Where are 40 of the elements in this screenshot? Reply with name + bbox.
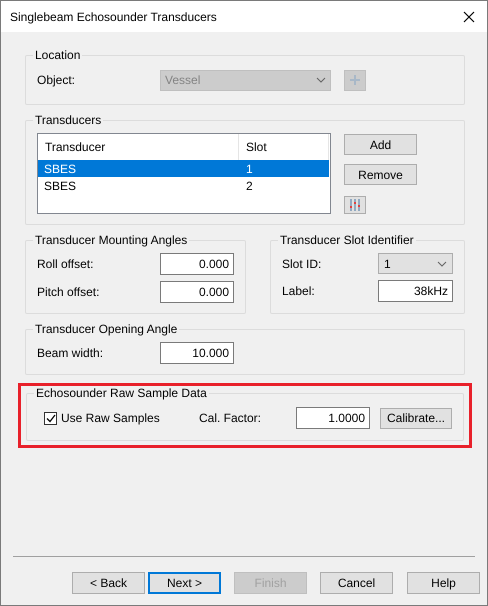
field-label: Label:: [282, 283, 316, 300]
settings-button[interactable]: [344, 196, 366, 214]
group-title: Transducer Slot Identifier: [279, 233, 415, 247]
field-label: Roll offset:: [37, 256, 94, 273]
sliders-icon: [349, 199, 361, 211]
group-title: Transducer Mounting Angles: [34, 233, 188, 247]
field-label: Pitch offset:: [37, 284, 100, 301]
group-title: Echosounder Raw Sample Data: [35, 386, 208, 400]
check-icon: [46, 414, 56, 422]
close-icon[interactable]: [463, 10, 475, 22]
group-title: Location: [34, 48, 82, 62]
text-field[interactable]: 38kHz: [378, 280, 453, 302]
table-cell-text: SBES: [43, 178, 78, 194]
text-field[interactable]: 10.000: [160, 342, 234, 364]
button[interactable]: Add: [344, 134, 417, 155]
list-row[interactable]: SBES 1: [38, 160, 329, 177]
field-label: Cal. Factor:: [199, 410, 262, 427]
transducer-list[interactable]: Transducer Slot SBES 1 SBES 2: [37, 133, 331, 214]
list-row[interactable]: SBES 2: [38, 177, 329, 194]
text-field[interactable]: 0.000: [160, 281, 234, 303]
field-label: Object:: [37, 72, 76, 89]
footer-button[interactable]: Cancel: [320, 572, 393, 594]
plus-icon: [350, 75, 360, 85]
group-title: Transducer Opening Angle: [34, 322, 178, 336]
field-label: Beam width:: [37, 345, 104, 362]
text-field[interactable]: 1.0000: [296, 407, 370, 429]
field-label: Slot ID:: [282, 256, 322, 272]
button[interactable]: Calibrate...: [380, 408, 452, 428]
footer-button[interactable]: Next >: [148, 572, 221, 594]
button[interactable]: Remove: [344, 164, 417, 185]
footer-button[interactable]: Help: [407, 572, 480, 594]
use-raw-checkbox[interactable]: Use Raw Samples: [44, 409, 199, 427]
group-title: Transducers: [34, 113, 102, 127]
table-cell-text: SBES: [43, 160, 78, 178]
slot-dropdown[interactable]: 1: [378, 253, 453, 274]
footer-button[interactable]: < Back: [72, 572, 145, 594]
table-cell-text: 1: [245, 160, 253, 178]
window-title: Singlebeam Echosounder Transducers: [10, 8, 218, 26]
text-field[interactable]: 0.000: [160, 253, 234, 275]
table-cell-text: 2: [245, 178, 253, 194]
